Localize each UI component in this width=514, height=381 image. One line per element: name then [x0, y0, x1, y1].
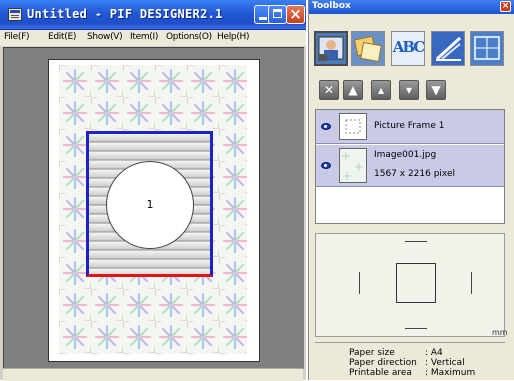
layer-thumbnail [339, 113, 367, 140]
title-bar[interactable]: Untitled - PIF DESIGNER2.1 × [0, 0, 306, 30]
menu-item[interactable]: Item(I) [130, 32, 158, 42]
layer-row[interactable]: Picture Frame 1 [316, 110, 504, 144]
preview-right-margin [471, 272, 472, 294]
layer-name: Image001.jpg [374, 150, 437, 160]
layout-tool-button[interactable] [470, 31, 504, 66]
visibility-eye-icon[interactable] [321, 123, 331, 130]
visibility-eye-icon[interactable] [321, 162, 331, 169]
move-up-button[interactable]: ▴ [371, 80, 391, 100]
move-up-icon: ▴ [377, 83, 385, 97]
toolbox-panel: Toolbox × ABC ✕ ▲ ▴ ▾ ▼ Picture Frame 1 … [308, 0, 514, 380]
menu-file[interactable]: File(F) [4, 32, 29, 42]
layer-thumbnail [339, 148, 367, 183]
picture-frame[interactable]: 1 [86, 131, 213, 277]
send-back-button[interactable]: ▼ [426, 80, 446, 100]
horizontal-scrollbar[interactable] [3, 368, 303, 381]
paper-sheet[interactable]: 1 [48, 59, 260, 362]
toolbox-title: Toolbox [312, 1, 351, 11]
chart-tool-button[interactable] [431, 31, 465, 66]
window-title: Untitled - PIF DESIGNER2.1 [27, 7, 223, 21]
toolbox-title-bar[interactable]: Toolbox × [309, 0, 514, 14]
app-icon[interactable] [8, 8, 22, 21]
photo-tool-icon [318, 36, 344, 61]
image-thumbnail-icon [342, 152, 363, 180]
text-tool-icon: ABC [392, 38, 426, 56]
photo-tool-button[interactable] [314, 31, 348, 66]
main-window: Untitled - PIF DESIGNER2.1 × File(F) Edi… [0, 0, 306, 381]
menu-show[interactable]: Show(V) [87, 32, 123, 42]
paper-size-label: Paper size [349, 348, 395, 358]
bring-front-icon: ▲ [348, 83, 358, 97]
frame-photo-slot[interactable]: 1 [106, 161, 194, 249]
layer-detail: 1567 x 2216 pixel [374, 169, 456, 179]
move-down-button[interactable]: ▾ [399, 80, 419, 100]
frame-tool-button[interactable] [351, 31, 385, 66]
menu-options[interactable]: Options(O) [166, 32, 212, 42]
preview-page [396, 263, 436, 303]
frame-tool-icon [353, 35, 382, 63]
frame-thumbnail-icon [345, 119, 361, 134]
maximize-icon [273, 9, 282, 18]
preview-left-margin [359, 272, 360, 294]
menu-edit[interactable]: Edit(E) [48, 32, 76, 42]
paper-info: Paper size : A4 Paper direction : Vertic… [315, 342, 505, 379]
close-icon: × [289, 5, 302, 23]
design-canvas[interactable]: 1 [3, 47, 304, 369]
frame-number: 1 [146, 198, 154, 211]
bring-front-button[interactable]: ▲ [343, 80, 363, 100]
unit-label: mm [492, 328, 508, 337]
chart-tool-icon [435, 36, 462, 61]
delete-button[interactable]: ✕ [319, 80, 339, 100]
menu-bar: File(F) Edit(E) Show(V) Item(I) Options(… [0, 30, 306, 46]
preview-top-margin [405, 241, 427, 242]
toolbox-close-button[interactable]: × [500, 1, 511, 12]
maximize-button[interactable] [268, 5, 287, 24]
layout-tool-icon [474, 36, 500, 60]
layer-name: Picture Frame 1 [374, 121, 445, 131]
menu-help[interactable]: Help(H) [217, 32, 250, 42]
paper-direction-label: Paper direction [349, 358, 417, 368]
close-button[interactable]: × [286, 5, 305, 24]
printable-area-label: Printable area [349, 368, 412, 378]
text-tool-button[interactable]: ABC [391, 31, 425, 66]
printable-area-value: : Maximum [425, 368, 476, 378]
paper-direction-value: : Vertical [425, 358, 465, 368]
layer-row[interactable]: Image001.jpg 1567 x 2216 pixel [316, 145, 504, 187]
layer-list[interactable]: Picture Frame 1 Image001.jpg 1567 x 2216… [315, 109, 505, 224]
send-back-icon: ▼ [431, 83, 441, 97]
minimize-icon [259, 17, 267, 20]
delete-icon: ✕ [323, 83, 335, 97]
preview-bottom-margin [405, 328, 427, 329]
move-down-icon: ▾ [405, 83, 413, 97]
paper-preview: mm [315, 233, 508, 337]
paper-size-value: : A4 [425, 348, 443, 358]
